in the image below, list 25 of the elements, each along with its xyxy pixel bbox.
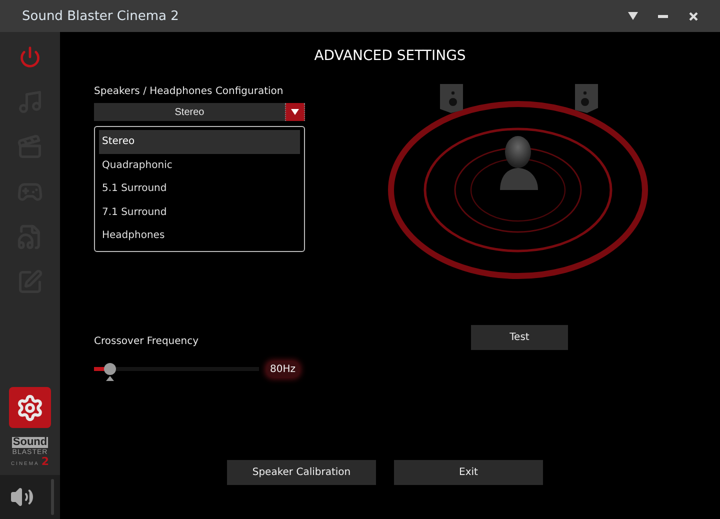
dropdown-option[interactable]: 5.1 Surround <box>99 177 300 200</box>
gear-icon <box>16 394 44 422</box>
triangle-down-icon <box>628 12 638 20</box>
field-label: Speakers / Headphones Configuration <box>94 86 284 97</box>
volume-icon[interactable] <box>10 485 34 509</box>
slider-thumb[interactable] <box>102 362 117 382</box>
power-icon <box>19 46 41 68</box>
page-heading: ADVANCED SETTINGS <box>314 48 466 64</box>
dropdown-option[interactable]: Stereo <box>99 130 300 154</box>
dropdown-option[interactable]: Quadraphonic <box>99 154 300 177</box>
frequency-reading: 80Hz <box>267 362 298 377</box>
dropdown-option[interactable]: 7.1 Surround <box>99 200 300 224</box>
minimize-icon <box>658 14 668 18</box>
dropdown-option[interactable]: Headphones <box>99 224 300 248</box>
window-title: Sound Blaster Cinema 2 <box>22 8 180 24</box>
configuration-dropdown[interactable]: Stereo <box>94 103 305 121</box>
footer-button[interactable]: Speaker Calibration <box>227 460 376 485</box>
close-icon <box>688 12 698 20</box>
field-label: Crossover Frequency <box>94 336 200 347</box>
test-button[interactable]: Test <box>471 325 568 350</box>
settings-button[interactable] <box>9 387 51 428</box>
logo-text: Sound <box>12 437 48 448</box>
logo-text: 2 <box>41 457 50 467</box>
footer-button[interactable]: Exit <box>394 460 543 485</box>
caret-icon <box>285 103 305 121</box>
